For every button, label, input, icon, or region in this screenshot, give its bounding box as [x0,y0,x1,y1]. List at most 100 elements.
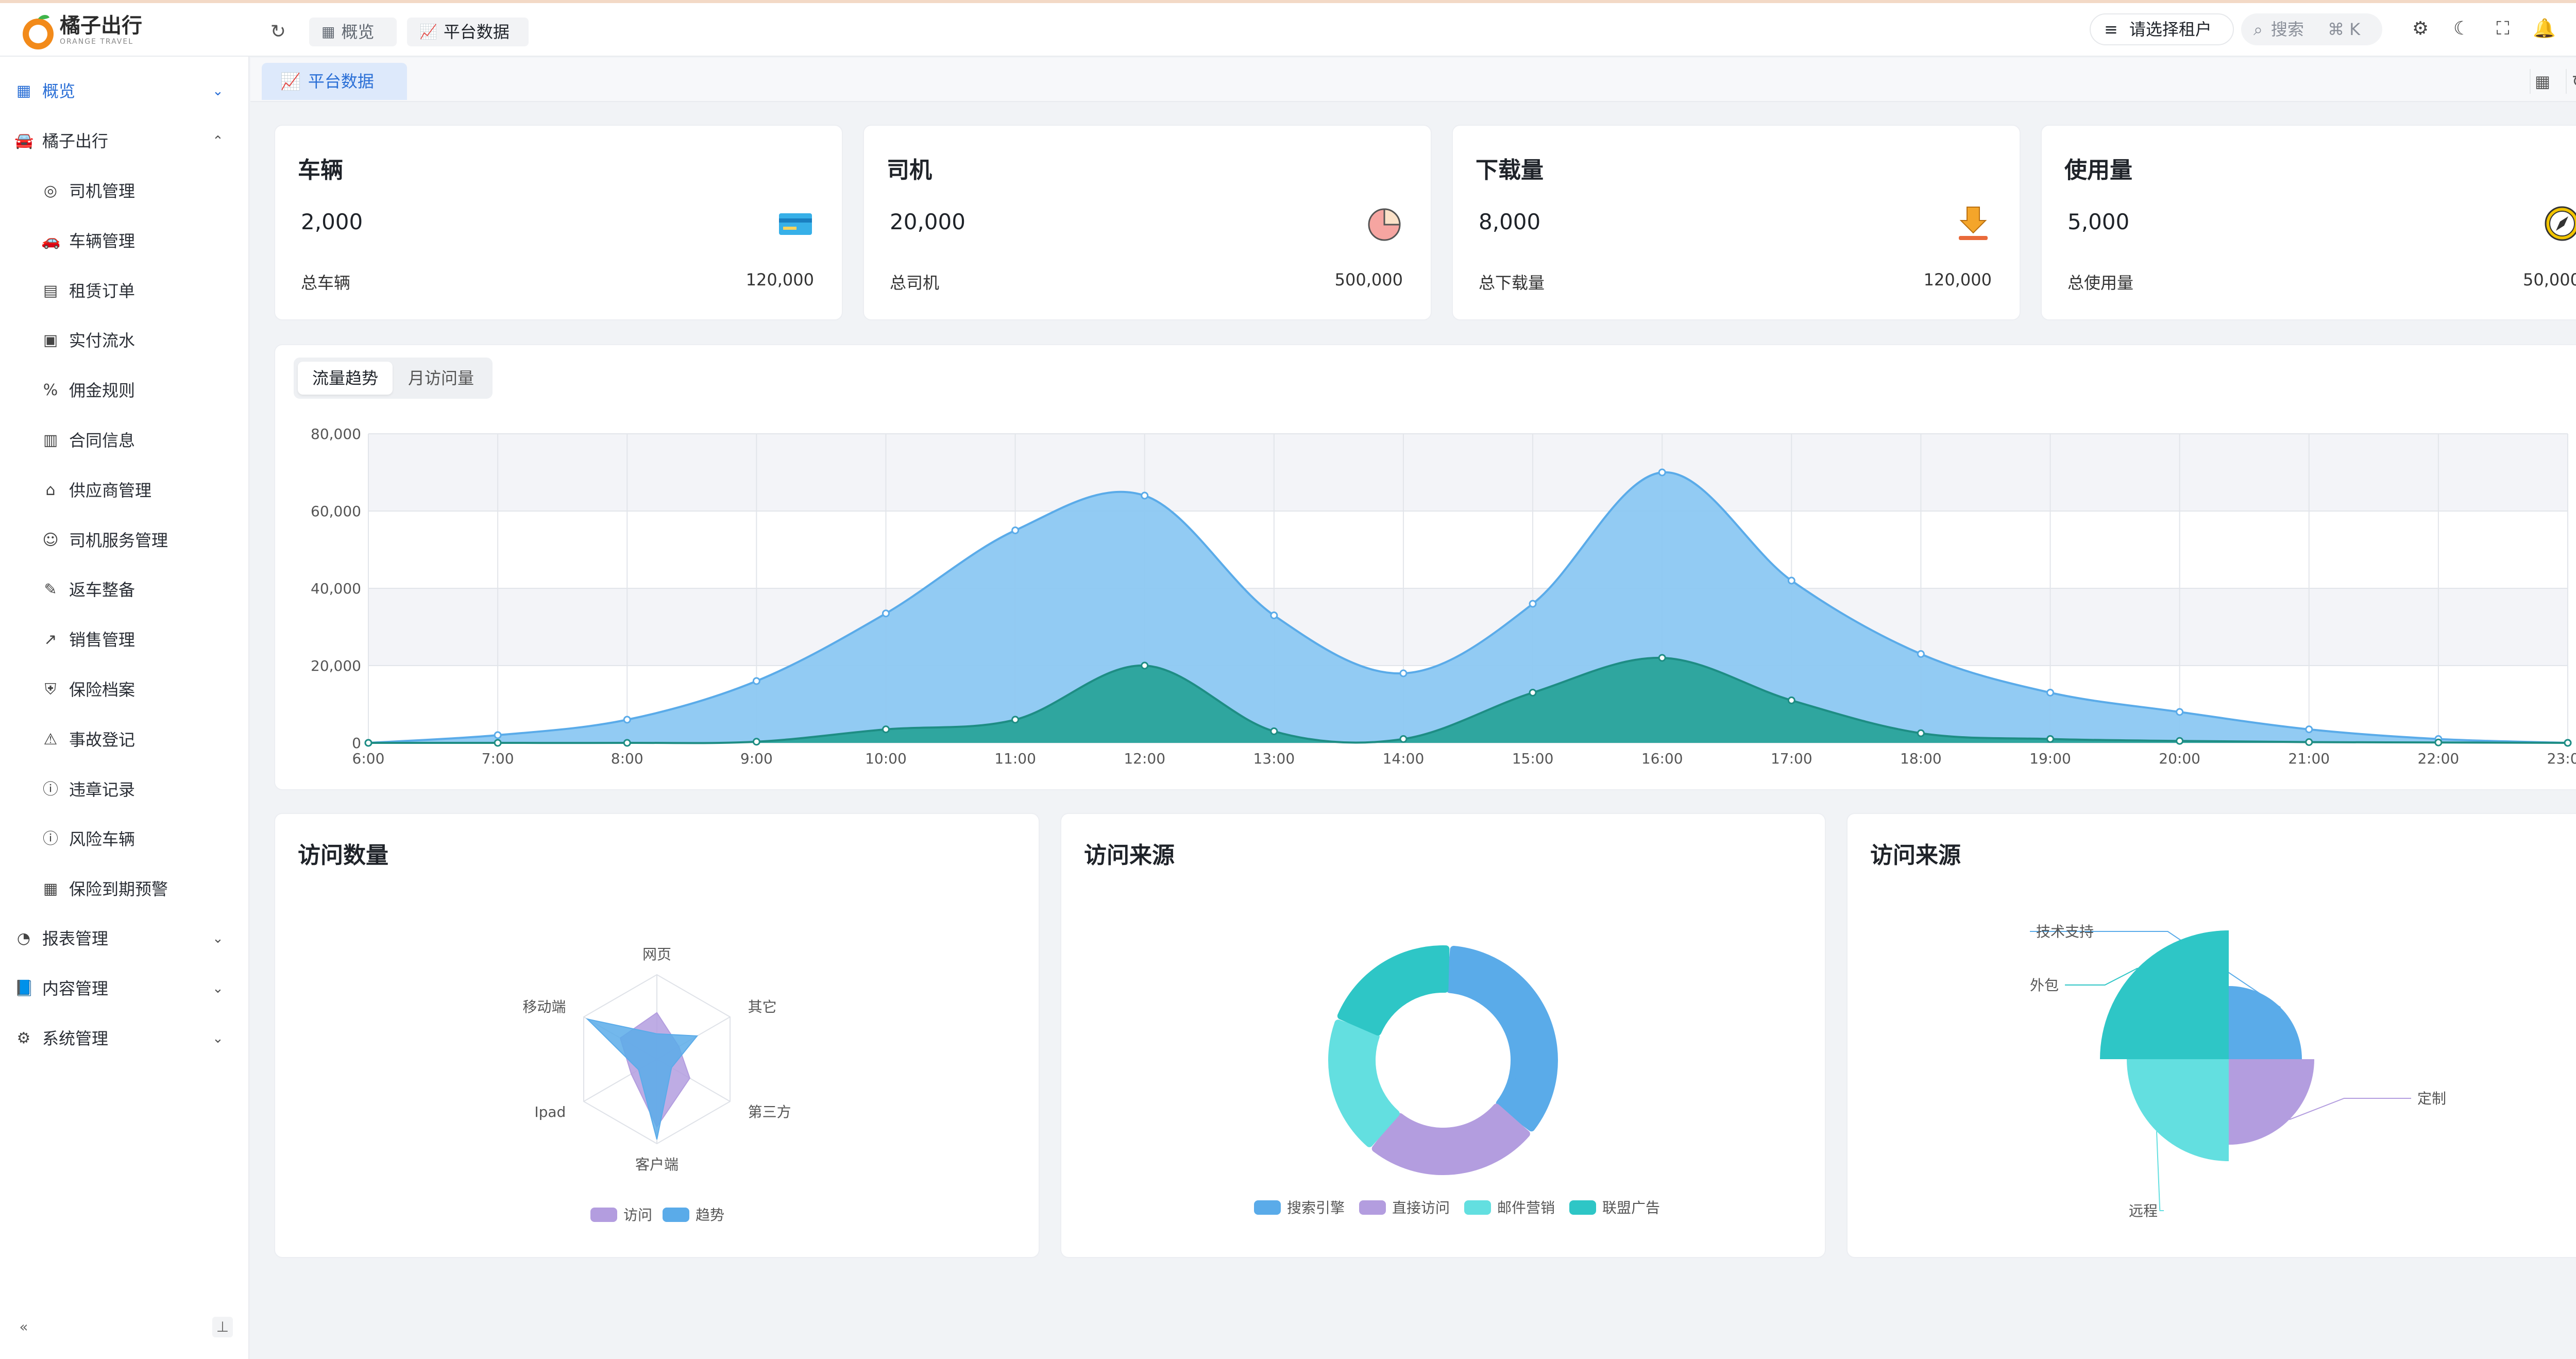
data-point [2046,689,2055,697]
sidebar-subitem[interactable]: ⓘ 风险车辆 [0,817,249,861]
y-tick-label: 60,000 [311,503,361,520]
card-icon [779,213,812,235]
tab-layout-icon[interactable]: ▦ [2530,69,2554,94]
sidebar-item-content[interactable]: 📘 内容管理 ⌄ [0,966,249,1011]
x-tick-label: 15:00 [1512,750,1554,767]
tabs-bar [250,58,2576,102]
sidebar-subitem[interactable]: % 佣金规则 [0,368,249,413]
sidebar-item-reports[interactable]: ◔ 报表管理 ⌄ [0,916,249,961]
data-point [623,739,631,747]
stat-title: 下载量 [1476,157,1544,183]
x-tick-label: 18:00 [1900,750,1942,767]
sidebar-item-label: 保险档案 [69,680,135,700]
segment-traffic-trend[interactable]: 流量趋势 [298,362,393,395]
dashboard-icon: ▦ [16,82,31,100]
tab-platform-data[interactable]: 📈 平台数据 [262,63,407,100]
tab-refresh-icon[interactable]: ↻ [2566,69,2576,94]
donut-slice [1337,945,1450,1036]
sidebar-item-overview[interactable]: ▦ 概览 ⌄ [0,69,249,113]
sidebar-item-label: 风险车辆 [69,829,135,850]
sidebar-item-label: 事故登记 [69,729,135,750]
sidebar-item-label: 供应商管理 [69,480,152,500]
sidebar-item-label: 司机管理 [69,181,135,201]
sidebar-subitem[interactable]: ▥ 合同信息 [0,418,249,463]
sidebar-subitem[interactable]: ⚠ 事故登记 [0,718,249,762]
trend-segment-control: 流量趋势 月访问量 [294,358,493,399]
x-tick-label: 9:00 [740,750,773,767]
fullscreen-icon[interactable]: ⛶ [2492,18,2514,40]
document-icon: ▤ [43,281,58,300]
book-icon: 📘 [14,979,34,997]
search-icon: ⌕ [2253,20,2263,39]
sidebar-subitem[interactable]: ⌂ 供应商管理 [0,468,249,513]
data-point [1011,526,1020,534]
legend-swatch [1569,1200,1596,1215]
search-input[interactable]: ⌕ 搜索 ⌘ K [2241,13,2382,45]
sidebar-group-orange-travel[interactable]: 🚘 橘子出行 ⌃ [0,119,249,163]
pie-icon: ◔ [16,929,31,947]
notification-bell-icon[interactable]: 🔔 [2533,18,2556,40]
radar-indicator-label: Ipad [534,1103,566,1120]
data-point [494,739,502,747]
sidebar-subitem[interactable]: ◎ 司机管理 [0,169,249,213]
tenant-selector[interactable]: ≡ 请选择租户 [2090,13,2234,45]
chevron-up-icon: ⌃ [212,133,224,149]
sidebar-subitem[interactable]: ⛨ 保险档案 [0,668,249,712]
visit-source-rose-chart: 技术支持定制远程 外包 [2030,923,2446,1219]
search-placeholder: 搜索 [2270,20,2304,39]
sidebar-subitem[interactable]: ☺ 司机服务管理 [0,518,249,563]
dark-mode-icon[interactable]: ☾ [2450,18,2473,40]
refresh-icon[interactable]: ↻ [268,22,289,42]
breadcrumb-platform-data[interactable]: 📈 平台数据 [407,18,529,46]
data-point [1529,689,1537,697]
pin-sidebar-icon[interactable]: ⊥ [212,1317,233,1337]
data-point [1141,491,1149,500]
x-tick-label: 14:00 [1383,750,1425,767]
rose-label-line [2289,1098,2411,1120]
compass-icon [2545,206,2576,241]
data-point [1011,716,1020,724]
data-point [1270,727,1278,735]
x-tick-label: 21:00 [2288,750,2330,767]
stat-card: 下载量 8,000 总下载量 120,000 [1452,125,2021,320]
x-tick-label: 7:00 [482,750,514,767]
stat-title: 车辆 [298,157,343,183]
legend-swatch [590,1208,617,1222]
sidebar-item-label: 橘子出行 [42,131,109,151]
radar-indicator-label: 其它 [748,998,777,1015]
pie-icon [1368,208,1401,241]
stat-label: 总司机 [890,273,940,293]
stat-total: 120,000 [1923,270,1992,290]
data-point [1270,611,1278,619]
data-point [1658,654,1666,662]
rose-slice-label: 外包 [2030,977,2059,994]
legend-label: 访问 [623,1207,652,1224]
sidebar-subitem[interactable]: ▦ 保险到期预警 [0,867,249,911]
data-point [2176,708,2184,716]
radar-indicator-label: 移动端 [522,998,566,1015]
stat-value: 2,000 [301,209,363,234]
legend-swatch [1359,1200,1386,1215]
sidebar-subitem[interactable]: 🚗 车辆管理 [0,219,249,263]
sidebar-item-label: 返车整备 [69,580,135,600]
collapse-sidebar-icon[interactable]: « [13,1317,34,1337]
y-tick-label: 0 [352,735,361,752]
wrench-icon: ✎ [44,581,57,599]
traffic-trend-chart: 0 20,000 40,000 60,000 80,000 6:00 7:00 8:00 9:0… [311,426,2576,767]
sidebar-item-label: 保险到期预警 [69,879,168,899]
stat-value: 8,000 [1479,209,1541,234]
sidebar-item-system[interactable]: ⚙ 系统管理 ⌄ [0,1016,249,1061]
sidebar-subitem[interactable]: ↗ 销售管理 [0,618,249,662]
settings-icon[interactable]: ⚙ [2409,18,2432,40]
sidebar-subitem[interactable]: ✎ 返车整备 [0,568,249,612]
search-shortcut: ⌘ K [2327,20,2361,39]
segment-monthly-visits[interactable]: 月访问量 [395,362,487,395]
data-point [1917,729,1925,737]
x-tick-label: 19:00 [2029,750,2071,767]
gear-icon: ⚙ [16,1029,31,1047]
breadcrumb-overview[interactable]: ▦ 概览 [309,18,397,46]
sidebar-subitem[interactable]: ⓘ 违章记录 [0,768,249,812]
sidebar-subitem[interactable]: ▣ 实付流水 [0,318,249,363]
sidebar-subitem[interactable]: ▤ 租赁订单 [0,269,249,313]
data-point [1917,650,1925,658]
